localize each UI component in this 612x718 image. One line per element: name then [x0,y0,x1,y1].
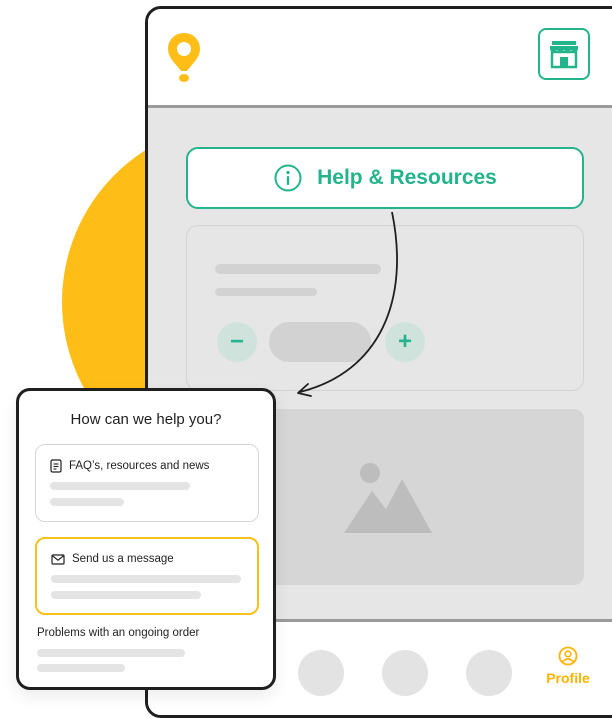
help-resources-label: Help & Resources [317,166,497,189]
increment-button[interactable]: + [385,322,425,362]
decrement-button[interactable]: − [217,322,257,362]
info-icon [274,164,302,192]
popup-title: How can we help you? [70,411,222,428]
text-placeholder [215,264,381,274]
minus-icon: − [229,328,244,355]
ongoing-order-link[interactable]: Problems with an ongoing order [37,627,199,639]
text-placeholder [50,498,124,506]
nav-item-placeholder[interactable] [466,650,512,696]
help-popup: How can we help you? FAQ’s, resources an… [16,388,276,690]
text-placeholder [51,575,241,583]
storefront-icon [550,41,578,69]
product-card-placeholder: − + [186,225,584,391]
send-message-label-row: Send us a message [51,553,174,565]
help-resources-button[interactable]: Help & Resources [186,147,584,209]
envelope-icon [51,553,65,565]
app-header [148,9,612,108]
text-placeholder [37,649,185,657]
send-message-option[interactable]: Send us a message [35,537,259,615]
map-pin-icon [168,33,200,82]
send-message-label: Send us a message [72,553,174,565]
text-placeholder [37,664,125,672]
faq-option-label: FAQ’s, resources and news [69,460,210,472]
text-placeholder [51,591,201,599]
image-icon [344,463,432,533]
nav-profile-label: Profile [546,670,590,686]
faq-option[interactable]: FAQ’s, resources and news [35,444,259,522]
text-placeholder [50,482,190,490]
quantity-field-placeholder [269,322,371,362]
nav-item-profile[interactable]: Profile [540,646,596,686]
document-icon [50,459,62,473]
store-button[interactable] [538,28,590,80]
nav-item-placeholder[interactable] [382,650,428,696]
nav-item-placeholder[interactable] [298,650,344,696]
user-circle-icon [558,646,578,666]
illustration-stage: Help & Resources − + Profile How can we … [0,0,612,718]
text-placeholder [215,288,317,296]
faq-option-label-row: FAQ’s, resources and news [50,459,209,473]
plus-icon: + [397,328,412,355]
